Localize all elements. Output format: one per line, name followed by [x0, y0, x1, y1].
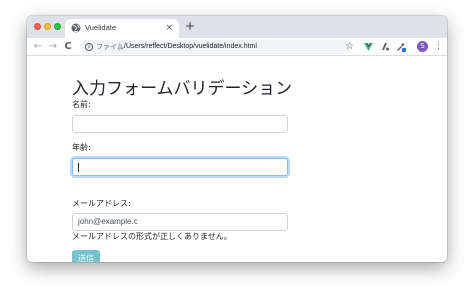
age-label: 年齢:: [72, 143, 91, 152]
extension-icon[interactable]: [379, 41, 390, 52]
name-input[interactable]: [72, 115, 288, 133]
name-label: 名前:: [72, 100, 91, 109]
page-content: 入力フォームバリデーション 名前: 年齢: メールアドレス: john@exam…: [27, 57, 447, 262]
profile-avatar[interactable]: S: [417, 41, 428, 52]
back-button[interactable]: ←: [32, 40, 44, 53]
tab-strip: Vuelidate × +: [27, 16, 447, 38]
reload-button[interactable]: C: [62, 40, 74, 53]
email-label: メールアドレス:: [72, 199, 131, 208]
info-icon[interactable]: i: [85, 43, 93, 51]
browser-window: Vuelidate × + ← → C i ファイル /Users/reffec…: [27, 16, 447, 262]
text-caret: [78, 163, 79, 172]
tab-close-icon[interactable]: ×: [165, 22, 173, 34]
email-error-message: メールアドレスの形式が正しくありません。: [72, 232, 232, 241]
globe-icon: [71, 23, 81, 33]
submit-button[interactable]: 送信: [72, 250, 100, 262]
maximize-window-button[interactable]: [54, 23, 61, 30]
eyedropper-extension-icon[interactable]: [395, 41, 406, 52]
minimize-window-button[interactable]: [44, 23, 51, 30]
url-separator: [119, 43, 120, 51]
browser-tab[interactable]: Vuelidate ×: [65, 19, 179, 38]
close-window-button[interactable]: [34, 23, 41, 30]
vue-devtools-extension-icon[interactable]: [363, 41, 374, 52]
browser-toolbar: ← → C i ファイル /Users/reffect/Desktop/vuel…: [27, 38, 447, 56]
more-menu-icon[interactable]: ⋮: [434, 40, 443, 53]
new-tab-button[interactable]: +: [185, 19, 195, 33]
page-title: 入力フォームバリデーション: [72, 79, 293, 99]
tab-title: Vuelidate: [85, 23, 116, 32]
bookmark-star-icon[interactable]: ☆: [345, 40, 354, 53]
age-input[interactable]: [72, 158, 288, 176]
address-bar[interactable]: i ファイル /Users/reffect/Desktop/vuelidate/…: [80, 40, 352, 54]
forward-button[interactable]: →: [47, 40, 59, 53]
url-text[interactable]: /Users/reffect/Desktop/vuelidate/index.h…: [124, 42, 257, 52]
email-input[interactable]: john@example.c: [72, 213, 288, 231]
